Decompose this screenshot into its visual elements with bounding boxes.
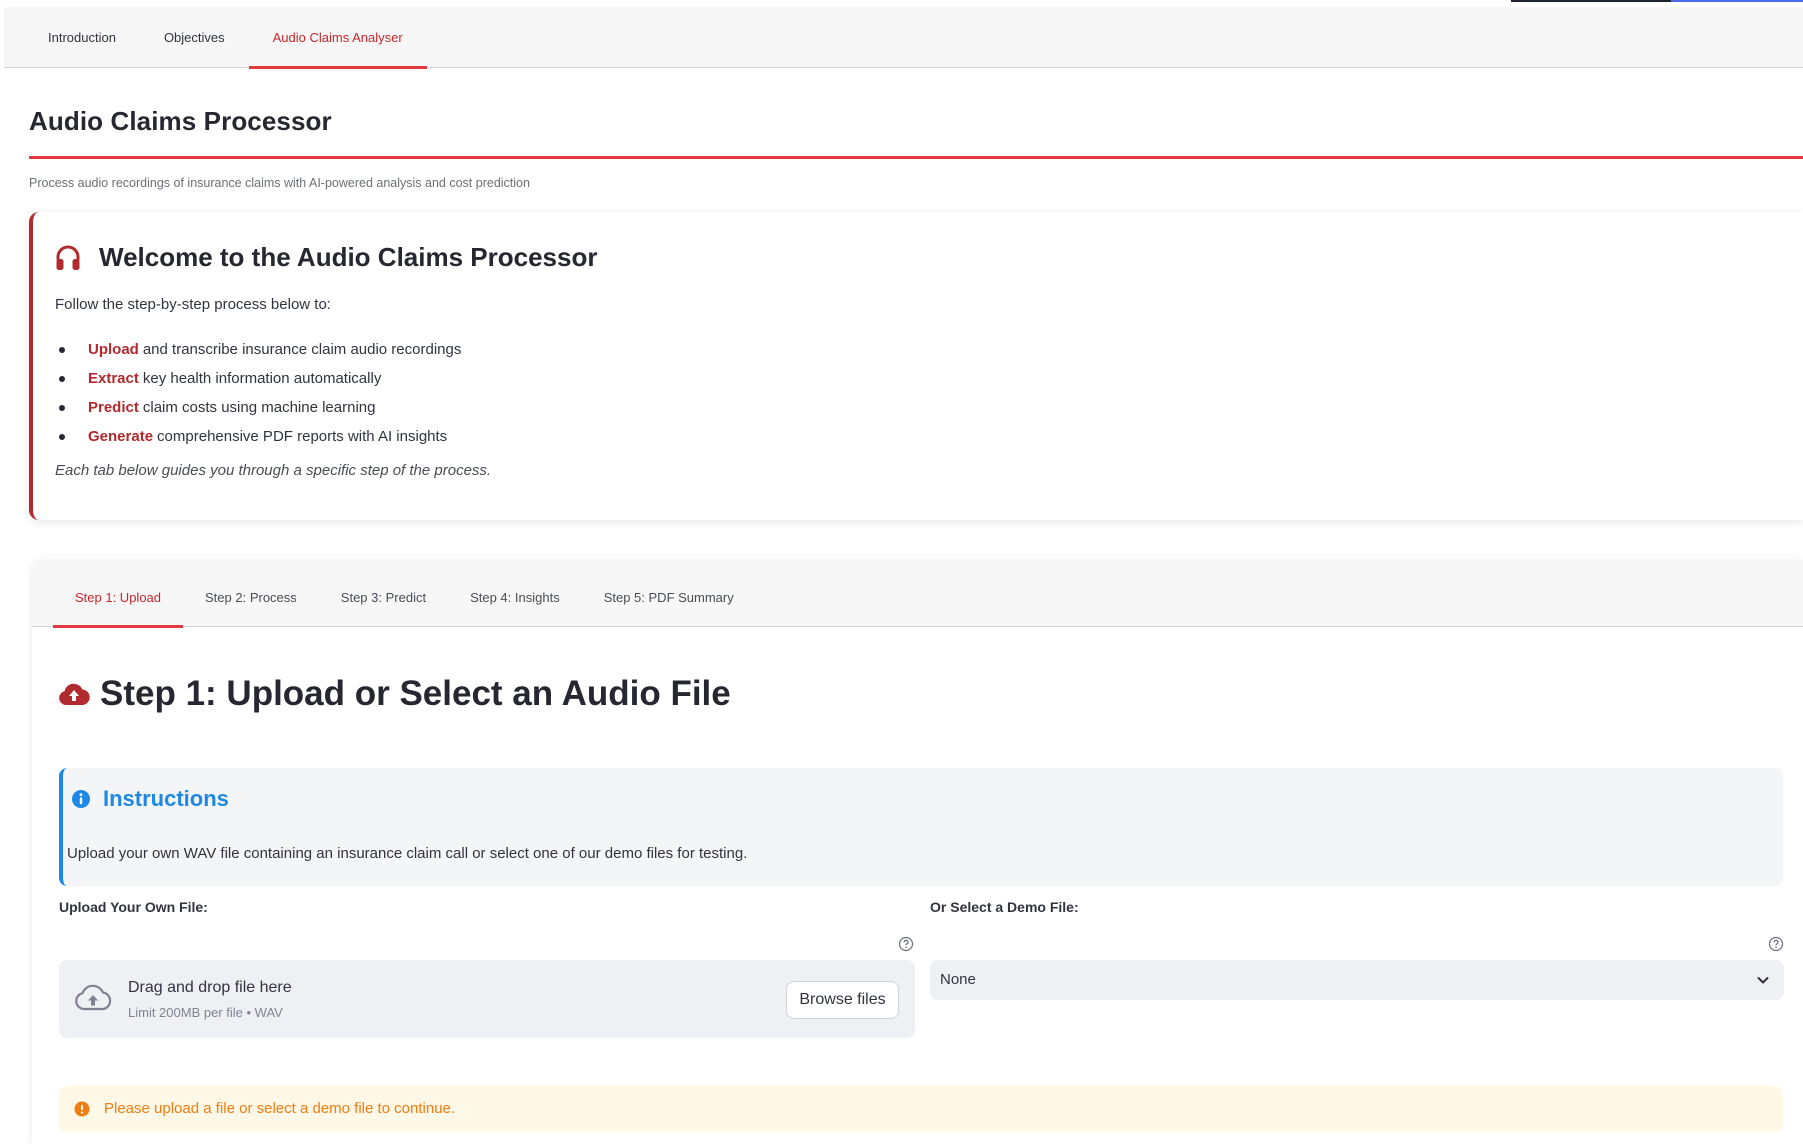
instructions-header: Instructions bbox=[71, 786, 229, 812]
page-title: Audio Claims Processor bbox=[29, 106, 332, 136]
dropzone-limit-text: Limit 200MB per file • WAV bbox=[128, 1005, 283, 1020]
demo-select-value: None bbox=[940, 971, 976, 988]
bullet-icon bbox=[59, 404, 65, 411]
tab-step-3-predict[interactable]: Step 3: Predict bbox=[319, 560, 448, 627]
feature-keyword: Upload bbox=[88, 341, 139, 358]
feature-keyword: Predict bbox=[88, 399, 139, 416]
feature-keyword: Generate bbox=[88, 428, 154, 445]
feature-text: key health information automatically bbox=[142, 370, 382, 387]
demo-file-select[interactable]: None bbox=[930, 960, 1784, 1000]
welcome-title: Welcome to the Audio Claims Processor bbox=[99, 242, 598, 272]
tab-step-4-insights[interactable]: Step 4: Insights bbox=[448, 560, 582, 627]
welcome-card: Welcome to the Audio Claims Processor Fo… bbox=[29, 212, 1803, 520]
cloud-upload-icon bbox=[74, 983, 112, 1013]
file-dropzone[interactable]: Drag and drop file here Limit 200MB per … bbox=[59, 960, 915, 1038]
title-divider bbox=[29, 156, 1803, 159]
bullet-icon bbox=[59, 375, 65, 382]
tab-step-5-pdf-summary[interactable]: Step 5: PDF Summary bbox=[582, 560, 756, 627]
cloud-upload-icon bbox=[58, 681, 90, 707]
upload-label: Upload Your Own File: bbox=[59, 899, 208, 915]
browse-files-button[interactable]: Browse files bbox=[786, 981, 899, 1019]
feature-text: comprehensive PDF reports with AI insigh… bbox=[157, 428, 448, 445]
info-icon bbox=[71, 789, 91, 809]
page-subtitle: Process audio recordings of insurance cl… bbox=[29, 176, 530, 190]
welcome-intro: Follow the step-by-step process below to… bbox=[55, 296, 331, 313]
tab-step-1-upload[interactable]: Step 1: Upload bbox=[53, 560, 184, 628]
list-item: Predict claim costs using machine learnin… bbox=[55, 393, 461, 422]
list-item: Generate comprehensive PDF reports with A… bbox=[55, 422, 461, 451]
list-item: Upload and transcribe insurance claim aud… bbox=[55, 335, 461, 364]
list-item: Extract key health information automatica… bbox=[55, 364, 461, 393]
step-heading-text: Step 1: Upload or Select an Audio File bbox=[100, 674, 731, 713]
main-tab-bar: Introduction Objectives Audio Claims Ana… bbox=[4, 7, 1803, 69]
feature-text: and transcribe insurance claim audio rec… bbox=[142, 341, 462, 358]
chevron-down-icon bbox=[1756, 973, 1770, 987]
demo-label: Or Select a Demo File: bbox=[930, 899, 1079, 915]
warning-icon bbox=[74, 1101, 90, 1117]
tab-audio-claims-analyser[interactable]: Audio Claims Analyser bbox=[248, 7, 427, 69]
feature-text: claim costs using machine learning bbox=[142, 399, 376, 416]
instructions-box: Instructions Upload your own WAV file co… bbox=[59, 768, 1783, 886]
dropzone-text: Drag and drop file here bbox=[128, 979, 292, 996]
headphones-icon bbox=[55, 244, 81, 272]
bullet-icon bbox=[59, 433, 65, 440]
welcome-note: Each tab below guides you through a spec… bbox=[55, 462, 492, 479]
status-bar-segment-blue bbox=[1671, 0, 1803, 2]
step-heading: Step 1: Upload or Select an Audio File bbox=[58, 674, 731, 714]
instructions-title: Instructions bbox=[103, 786, 229, 811]
warning-alert: Please upload a file or select a demo fi… bbox=[59, 1086, 1783, 1132]
bullet-icon bbox=[59, 346, 65, 353]
tab-step-2-process[interactable]: Step 2: Process bbox=[183, 560, 319, 627]
tab-introduction[interactable]: Introduction bbox=[24, 7, 140, 68]
tab-objectives[interactable]: Objectives bbox=[140, 7, 249, 68]
help-icon[interactable] bbox=[898, 936, 914, 952]
welcome-header: Welcome to the Audio Claims Processor bbox=[55, 242, 597, 273]
top-status-bar bbox=[0, 0, 1803, 7]
instructions-text: Upload your own WAV file containing an i… bbox=[67, 845, 748, 862]
feature-list: Upload and transcribe insurance claim aud… bbox=[55, 335, 461, 451]
status-bar-segment bbox=[1511, 0, 1671, 2]
warning-text: Please upload a file or select a demo fi… bbox=[104, 1100, 456, 1117]
step-tab-bar: Step 1: Upload Step 2: Process Step 3: P… bbox=[32, 560, 1803, 628]
step-section: Step 1: Upload Step 2: Process Step 3: P… bbox=[32, 560, 1803, 1144]
help-icon[interactable] bbox=[1768, 936, 1784, 952]
feature-keyword: Extract bbox=[88, 370, 139, 387]
